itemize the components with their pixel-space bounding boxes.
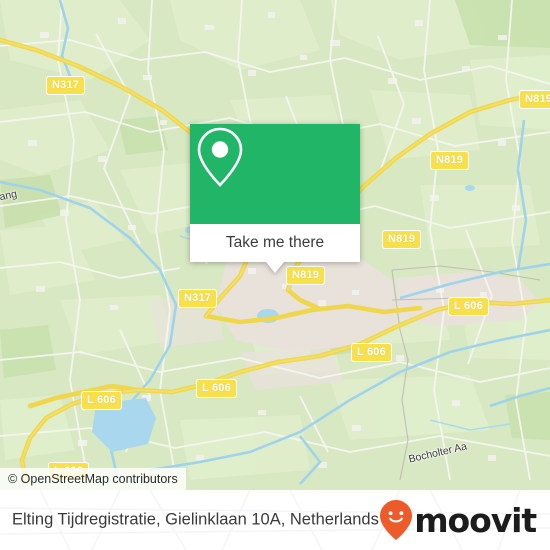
callout-tail (266, 262, 284, 273)
road-shield: L 606 (448, 297, 489, 316)
location-callout-card[interactable]: Take me there (190, 124, 360, 273)
take-me-there-button[interactable]: Take me there (190, 224, 360, 273)
road-shield: N819 (382, 230, 422, 249)
road-shield: L 606 (81, 391, 122, 410)
road-shield: N317 (46, 76, 86, 95)
callout-image-area (190, 124, 360, 224)
osm-attribution[interactable]: © OpenStreetMap contributors (0, 468, 186, 490)
road-shield: N819 (519, 90, 550, 109)
map-pin-icon (197, 127, 243, 187)
bottom-info-bar: Elting Tijdregistratie, Gielinklaan 10A,… (0, 490, 550, 550)
road-shield: N317 (178, 289, 218, 308)
road-shield: N819 (286, 266, 326, 285)
map-screenshot: N317 N819 N819 N317 N819 N819 L 606 L 60… (0, 0, 550, 550)
road-shield: L 606 (196, 379, 237, 398)
location-title: Elting Tijdregistratie, Gielinklaan 10A,… (12, 510, 379, 529)
take-me-there-label: Take me there (225, 234, 325, 251)
road-shield: N819 (430, 151, 470, 170)
moovit-logo[interactable]: moovit (379, 499, 537, 541)
map-canvas[interactable]: N317 N819 N819 N317 N819 N819 L 606 L 60… (0, 0, 550, 490)
moovit-wordmark: moovit (414, 500, 537, 540)
road-shield: L 606 (351, 343, 392, 362)
moovit-smiley-pin-icon (380, 500, 413, 540)
